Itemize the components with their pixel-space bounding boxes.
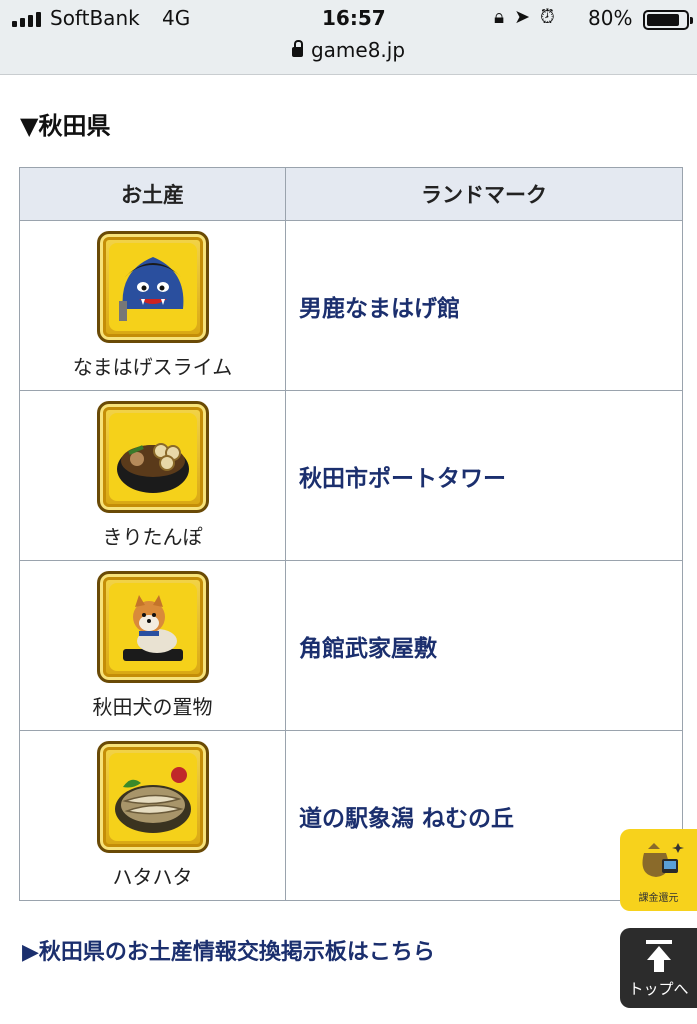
- namahage-slime-icon[interactable]: [96, 231, 209, 343]
- orientation-lock-icon: 🔒︎: [494, 6, 505, 28]
- landmark-cell: 秋田市ポートタワー: [285, 390, 683, 561]
- address-bar[interactable]: game8.jp: [0, 38, 697, 62]
- table-row: なまはげスライム 男鹿なまはげ館: [19, 220, 683, 391]
- souvenir-cell: なまはげスライム: [19, 220, 286, 391]
- carrier-name: SoftBank: [50, 6, 140, 30]
- url-text: game8.jp: [310, 38, 406, 62]
- location-arrow-icon: ➤: [514, 6, 531, 28]
- status-time: 16:57: [322, 6, 386, 30]
- landmark-cell: 角館武家屋敷: [285, 560, 683, 731]
- table-row: きりたんぽ 秋田市ポートタワー: [19, 390, 683, 561]
- table-header-row: お土産 ランドマーク: [19, 167, 683, 221]
- back-to-top-label: トップへ: [628, 980, 689, 998]
- table-row: ハタハタ 道の駅象潟 ねむの丘: [19, 730, 683, 901]
- battery-percent: 80%: [588, 6, 633, 30]
- arrow-up-icon: [646, 940, 672, 972]
- browser-status-bar: SoftBank 4G 16:57 🔒︎ ➤ ⏰︎ 80% game8.jp: [0, 0, 697, 75]
- akita-dog-figurine-icon[interactable]: [96, 571, 209, 683]
- money-bag-icon: [642, 843, 684, 877]
- souvenir-table: お土産 ランドマーク なまはげスライム 男鹿なまはげ館 きりたんぽ 秋田市ポート…: [19, 167, 683, 901]
- header-landmark: ランドマーク: [285, 167, 683, 221]
- landmark-link[interactable]: 道の駅象潟 ねむの丘: [299, 806, 514, 832]
- status-row: SoftBank 4G 16:57 🔒︎ ➤ ⏰︎ 80%: [0, 6, 697, 32]
- signal-strength-icon: [12, 11, 41, 27]
- back-to-top-button[interactable]: トップへ: [620, 928, 697, 1008]
- souvenir-cell: 秋田犬の置物: [19, 560, 286, 731]
- kiritanpo-hotpot-icon[interactable]: [96, 401, 209, 513]
- header-souvenir: お土産: [19, 167, 286, 221]
- table-row: 秋田犬の置物 角館武家屋敷: [19, 560, 683, 731]
- network-type: 4G: [162, 6, 191, 30]
- souvenir-name: なまはげスライム: [72, 355, 233, 379]
- hatahata-fish-icon[interactable]: [96, 741, 209, 853]
- battery-icon: [643, 10, 693, 30]
- alarm-icon: ⏰︎: [540, 6, 555, 28]
- landmark-link[interactable]: 角館武家屋敷: [299, 636, 437, 662]
- bulletin-board-link[interactable]: ▶秋田県のお土産情報交換掲示板はこちら: [22, 934, 435, 966]
- section-title: ▼秋田県: [20, 112, 111, 140]
- souvenir-cell: きりたんぽ: [19, 390, 286, 561]
- souvenir-name: ハタハタ: [112, 865, 193, 889]
- souvenir-name: きりたんぽ: [102, 525, 203, 549]
- landmark-cell: 男鹿なまはげ館: [285, 220, 683, 391]
- refund-widget-button[interactable]: 課金還元: [620, 829, 697, 911]
- souvenir-cell: ハタハタ: [19, 730, 286, 901]
- refund-label: 課金還元: [638, 893, 679, 904]
- landmark-link[interactable]: 秋田市ポートタワー: [299, 466, 506, 492]
- souvenir-name: 秋田犬の置物: [92, 695, 213, 719]
- landmark-link[interactable]: 男鹿なまはげ館: [299, 296, 460, 322]
- lock-icon: [291, 40, 303, 57]
